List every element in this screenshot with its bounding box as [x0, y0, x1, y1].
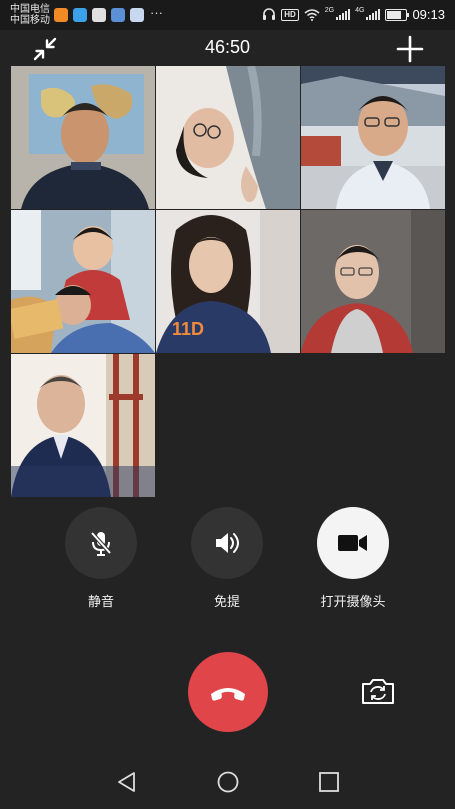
- svg-text:11D: 11D: [172, 319, 204, 339]
- camera-control[interactable]: 打开摄像头: [298, 507, 408, 610]
- signal-strength-icon: [336, 9, 351, 20]
- notification-app-icon: [54, 8, 68, 22]
- video-camera-icon: [338, 535, 367, 551]
- participant-video-7[interactable]: [11, 354, 155, 497]
- network-type-1: 2G: [324, 7, 335, 14]
- recents-square-icon: [319, 772, 339, 792]
- hd-badge: HD: [281, 8, 299, 21]
- call-timer: 46:50: [204, 37, 251, 57]
- switch-camera-icon: [362, 679, 394, 704]
- participant-video-4[interactable]: [11, 210, 155, 353]
- carrier-2: 中国移动: [10, 15, 50, 26]
- notification-browser-icon: [73, 8, 87, 22]
- battery-icon: [385, 8, 410, 21]
- participant-video-5[interactable]: 11D: [156, 210, 300, 353]
- headset-icon: [263, 8, 276, 20]
- mute-control[interactable]: 静音: [46, 507, 156, 610]
- system-icons: HD 2G 4G 09:13: [262, 7, 445, 22]
- switch-camera-button[interactable]: [360, 676, 396, 706]
- notification-app-icon-2: [111, 8, 125, 22]
- recents-button[interactable]: [316, 769, 342, 795]
- microphone-off-icon: [90, 531, 112, 556]
- plus-icon: [396, 35, 424, 63]
- navigation-bar: [0, 755, 455, 809]
- mute-button[interactable]: [65, 507, 137, 579]
- carrier-info: 中国电信 中国移动: [10, 4, 50, 26]
- participant-video-6[interactable]: [301, 210, 445, 353]
- participant-video-3[interactable]: [301, 66, 445, 209]
- hang-up-button[interactable]: [188, 652, 268, 732]
- speaker-label: 免提: [213, 594, 240, 609]
- back-triangle-icon: [118, 772, 135, 792]
- speaker-button[interactable]: [191, 507, 263, 579]
- network-type-2: 4G: [355, 7, 365, 14]
- status-bar: 中国电信 中国移动 ··· HD 2G 4G 09:13: [0, 0, 455, 30]
- home-circle-icon: [217, 771, 239, 793]
- notification-wechat-icon: [92, 8, 106, 22]
- add-participant-button[interactable]: [395, 34, 425, 64]
- participant-video-1[interactable]: [11, 66, 155, 209]
- signal-strength-icon-2: [366, 9, 381, 20]
- camera-label: 打开摄像头: [320, 594, 386, 609]
- wifi-icon: [304, 8, 320, 21]
- battery-level: [387, 10, 402, 19]
- mute-label: 静音: [87, 594, 114, 609]
- more-notifications-icon: ···: [150, 5, 163, 20]
- notification-gallery-icon: [130, 8, 144, 22]
- call-header: 46:50: [0, 30, 455, 66]
- home-button[interactable]: [215, 769, 241, 795]
- speaker-control[interactable]: 免提: [172, 507, 282, 610]
- phone-hangup-icon: [211, 688, 245, 701]
- status-time: 09:13: [412, 7, 445, 22]
- participant-video-2[interactable]: [156, 66, 300, 209]
- speaker-icon: [216, 533, 239, 553]
- carrier-1: 中国电信: [10, 4, 50, 15]
- back-button[interactable]: [114, 769, 140, 795]
- camera-button[interactable]: [317, 507, 389, 579]
